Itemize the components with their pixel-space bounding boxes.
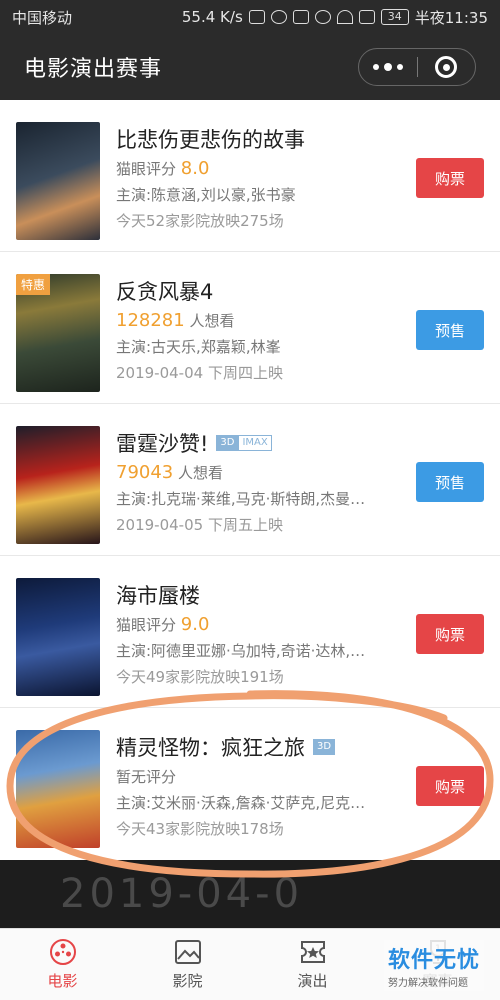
movie-title: 比悲伤更悲伤的故事 — [116, 128, 305, 152]
tab-movies[interactable]: 电影 — [0, 929, 125, 1000]
movie-info: 精灵怪物：疯狂之旅 3D 暂无评分 主演:艾米丽·沃森,詹森·艾萨克,尼克… 今… — [116, 730, 406, 842]
movie-cast: 主演:古天乐,郑嘉颖,林峯 — [116, 338, 281, 356]
discount-tag: 特惠 — [16, 274, 51, 295]
page-title: 电影演出赛事 — [24, 57, 163, 82]
status-bar: 中国移动 55.4 K/s 34 半夜11:35 — [0, 0, 500, 34]
buy-ticket-button[interactable]: 购票 — [416, 158, 484, 198]
movie-cast: 主演:陈意涵,刘以豪,张书豪 — [116, 186, 296, 204]
background-banner: 2019-04-0 — [0, 860, 500, 928]
movie-cast: 主演:艾米丽·沃森,詹森·艾萨克,尼克… — [116, 794, 366, 812]
movie-release-date: 2019-04-04 下周四上映 — [116, 364, 283, 382]
movie-cast: 主演:阿德里亚娜·乌加特,奇诺·达林,… — [116, 642, 366, 660]
no-score-label: 暂无评分 — [116, 768, 177, 786]
format-badge-3d: 3D — [313, 739, 336, 755]
more-button[interactable] — [359, 49, 417, 85]
want-label: 人想看 — [178, 464, 224, 482]
hd-icon — [292, 10, 309, 24]
picture-icon — [173, 938, 203, 966]
tab-label: 电影 — [47, 972, 78, 990]
format-badge-3d: 3D — [216, 435, 239, 451]
movie-title: 海市蜃楼 — [116, 584, 200, 608]
format-badges: 3D IMAX — [216, 435, 272, 451]
movie-schedule: 今天49家影院放映191场 — [116, 668, 284, 686]
presale-button[interactable]: 预售 — [416, 310, 484, 350]
movie-poster[interactable]: 特惠 — [16, 274, 100, 392]
movie-item[interactable]: 特惠 反贪风暴4 128281 人想看 主演:古天乐,郑嘉颖,林峯 2019-0… — [0, 252, 500, 404]
movie-title: 精灵怪物：疯狂之旅 — [116, 736, 305, 760]
tab-label: 演出 — [297, 972, 328, 990]
movie-info: 反贪风暴4 128281 人想看 主演:古天乐,郑嘉颖,林峯 2019-04-0… — [116, 274, 406, 386]
film-reel-icon — [48, 938, 78, 966]
buy-ticket-button[interactable]: 购票 — [416, 766, 484, 806]
target-close-icon — [435, 56, 458, 78]
tab-label: 影院 — [172, 972, 203, 990]
close-miniprogram-button[interactable] — [418, 49, 476, 85]
eye-icon — [314, 10, 331, 24]
movie-poster[interactable] — [16, 426, 100, 544]
watermark-title: 软件无忧 — [387, 948, 480, 973]
tab-cinemas[interactable]: 影院 — [125, 929, 250, 1000]
movie-poster[interactable] — [16, 122, 100, 240]
movie-info: 比悲伤更悲伤的故事 猫眼评分 8.0 主演:陈意涵,刘以豪,张书豪 今天52家影… — [116, 122, 406, 234]
score-value: 9.0 — [180, 614, 210, 635]
more-dot-icon — [383, 63, 392, 71]
movie-item[interactable]: 精灵怪物：疯狂之旅 3D 暂无评分 主演:艾米丽·沃森,詹森·艾萨克,尼克… 今… — [0, 708, 500, 860]
signal-icon — [358, 10, 375, 24]
network-speed: 55.4 K/s — [181, 8, 243, 26]
movie-info: 海市蜃楼 猫眼评分 9.0 主演:阿德里亚娜·乌加特,奇诺·达林,… 今天49家… — [116, 578, 406, 690]
buy-ticket-button[interactable]: 购票 — [416, 614, 484, 654]
carrier-label: 中国移动 — [12, 8, 73, 27]
title-bar: 电影演出赛事 — [0, 34, 500, 100]
presale-button[interactable]: 预售 — [416, 462, 484, 502]
movie-release-date: 2019-04-05 下周五上映 — [116, 516, 283, 534]
movie-info: 雷霆沙赞! 3D IMAX 79043 人想看 主演:扎克瑞·莱维,马克·斯特朗… — [116, 426, 406, 538]
vibrate-icon — [248, 10, 265, 24]
watermark-logo: 软件无忧 努力解决软件问题 — [383, 940, 484, 991]
movie-item[interactable]: 比悲伤更悲伤的故事 猫眼评分 8.0 主演:陈意涵,刘以豪,张书豪 今天52家影… — [0, 100, 500, 252]
wifi-icon — [336, 10, 353, 24]
more-dot-icon — [372, 64, 379, 70]
battery-icon: 34 — [380, 9, 409, 25]
score-label: 猫眼评分 — [116, 616, 177, 634]
movie-item[interactable]: 海市蜃楼 猫眼评分 9.0 主演:阿德里亚娜·乌加特,奇诺·达林,… 今天49家… — [0, 556, 500, 708]
format-badge-imax: IMAX — [238, 435, 272, 451]
want-count: 128281 — [116, 310, 185, 331]
movie-list: 比悲伤更悲伤的故事 猫眼评分 8.0 主演:陈意涵,刘以豪,张书豪 今天52家影… — [0, 100, 500, 860]
tab-shows[interactable]: 演出 — [250, 929, 375, 1000]
movie-item[interactable]: 雷霆沙赞! 3D IMAX 79043 人想看 主演:扎克瑞·莱维,马克·斯特朗… — [0, 404, 500, 556]
score-value: 8.0 — [180, 158, 210, 179]
watermark-subtitle: 努力解决软件问题 — [387, 978, 468, 989]
more-dot-icon — [396, 64, 403, 70]
status-right: 55.4 K/s 34 半夜11:35 — [182, 7, 488, 28]
format-badges: 3D — [313, 739, 336, 755]
score-label: 猫眼评分 — [116, 160, 177, 178]
want-count: 79043 — [116, 462, 174, 483]
alarm-icon — [270, 10, 287, 24]
movie-schedule: 今天43家影院放映178场 — [116, 820, 284, 838]
ticket-star-icon — [298, 938, 328, 966]
movie-poster[interactable] — [16, 578, 100, 696]
movie-schedule: 今天52家影院放映275场 — [116, 212, 284, 230]
movie-poster[interactable] — [16, 730, 100, 848]
miniprogram-capsule — [358, 48, 476, 86]
want-label: 人想看 — [189, 312, 235, 330]
movie-title: 雷霆沙赞! — [116, 432, 209, 456]
clock: 半夜11:35 — [414, 8, 488, 27]
movie-title: 反贪风暴4 — [116, 280, 214, 304]
movie-cast: 主演:扎克瑞·莱维,马克·斯特朗,杰曼… — [116, 490, 366, 508]
